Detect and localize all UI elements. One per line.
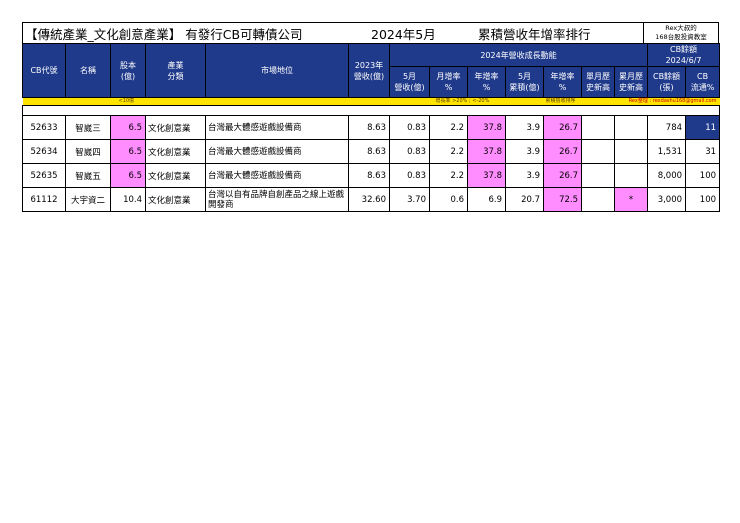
col-header-cum: 5月 累積(億) xyxy=(505,66,544,98)
cell-name: 智崴四 xyxy=(65,139,111,164)
cell-cum: 3.9 xyxy=(505,163,544,188)
cell-capital: 10.4 xyxy=(110,187,146,212)
cell-market: 台灣最大體感遊戲設備商 xyxy=(205,163,349,188)
col-header-mom: 月增率% xyxy=(429,66,468,98)
cell-yoy: 37.8 xyxy=(467,163,506,188)
cell-industry: 文化創意業 xyxy=(145,115,206,140)
cell-industry: 文化創意業 xyxy=(145,187,206,212)
cell-mom: 2.2 xyxy=(429,115,468,140)
cell-market: 台灣最大體感遊戲設備商 xyxy=(205,115,349,140)
note-growth: 增長率 >20% ; <-20% xyxy=(429,97,544,106)
cell-mom: 2.2 xyxy=(429,139,468,164)
cell-cumyoy: 26.7 xyxy=(543,139,582,164)
legend-note-row: <10億 增長率 >20% ; <-20% 累積營收排序 Rex整理 : rex… xyxy=(22,97,720,106)
cell-name: 智崴三 xyxy=(65,115,111,140)
col-header-cbbal: CB餘額 (張) xyxy=(647,66,687,98)
col-header-market: 市場地位 xyxy=(205,43,349,98)
cell-industry: 文化創意業 xyxy=(145,163,206,188)
cell-m5rev: 0.83 xyxy=(389,115,430,140)
title-bar: 【傳統產業_文化創意產業】 有發行CB可轉債公司 2024年5月 累積營收年增率… xyxy=(22,22,719,43)
cell-mom: 2.2 xyxy=(429,163,468,188)
col-header-code: CB代號 xyxy=(22,43,66,98)
cell-code: 61112 xyxy=(22,187,66,212)
cell-rev2023: 8.63 xyxy=(348,163,390,188)
cell-cumyoy: 26.7 xyxy=(543,163,582,188)
cell-mom: 0.6 xyxy=(429,187,468,212)
cell-cum: 3.9 xyxy=(505,115,544,140)
spacer-row xyxy=(21,105,721,116)
col-header-rev2023: 2023年 營收(億) xyxy=(348,43,390,98)
table-row: 61112 大宇資二 10.4 文化創意業 台灣以自有品牌自創產品之線上遊戲開發… xyxy=(22,187,721,212)
cell-cumhist xyxy=(613,115,649,140)
cell-hist xyxy=(581,139,615,164)
brand-line-1: Rex大叔的 xyxy=(665,24,697,32)
col-header-hist: 單月歷 史新高 xyxy=(581,66,615,98)
cell-m5rev: 3.70 xyxy=(389,187,430,212)
report-month: 2024年5月 xyxy=(371,27,436,42)
table-row: 52634 智崴四 6.5 文化創意業 台灣最大體感遊戲設備商 8.63 0.8… xyxy=(22,139,721,164)
cell-cum: 20.7 xyxy=(505,187,544,212)
cell-yoy: 37.8 xyxy=(467,139,506,164)
cell-hist xyxy=(581,163,615,188)
cell-hist xyxy=(581,115,615,140)
cell-market: 台灣最大體感遊戲設備商 xyxy=(205,139,349,164)
cell-cumhist xyxy=(613,139,649,164)
col-header-name: 名稱 xyxy=(65,43,111,98)
cell-name: 大宇資二 xyxy=(65,187,111,212)
cell-cbbal: 1,531 xyxy=(647,139,687,164)
group-header-cb: CB餘額 2024/6/7 xyxy=(647,43,721,67)
col-header-industry: 產業 分類 xyxy=(145,43,206,98)
cell-capital: 6.5 xyxy=(110,163,146,188)
cb-revenue-table: CB代號 名稱 股本 (億) 產業 分類 市場地位 2023年 營收(億) 2024年… xyxy=(21,43,721,212)
report-sheet: 【傳統產業_文化創意產業】 有發行CB可轉債公司 2024年5月 累積營收年增率… xyxy=(21,22,721,212)
cell-cumhist xyxy=(613,163,649,188)
cell-industry: 文化創意業 xyxy=(145,139,206,164)
cell-rev2023: 8.63 xyxy=(348,139,390,164)
col-header-cbflow: CB 流通% xyxy=(685,66,721,98)
cell-m5rev: 0.83 xyxy=(389,139,430,164)
table-row: 52635 智崴五 6.5 文化創意業 台灣最大體感遊戲設備商 8.63 0.8… xyxy=(22,163,721,188)
table-row: 52633 智崴三 6.5 文化創意業 台灣最大體感遊戲設備商 8.63 0.8… xyxy=(22,115,721,140)
cell-cbbal: 8,000 xyxy=(647,163,687,188)
cell-cum: 3.9 xyxy=(505,139,544,164)
brand-box: Rex大叔的 168台股投資教室 xyxy=(643,23,718,43)
cell-capital: 6.5 xyxy=(110,139,146,164)
cell-cumyoy: 26.7 xyxy=(543,115,582,140)
cell-cbbal: 784 xyxy=(647,115,687,140)
cell-cumhist: * xyxy=(613,187,649,212)
group-header-revenue: 2024年營收成長動能 xyxy=(388,43,649,67)
cell-yoy: 37.8 xyxy=(467,115,506,140)
col-header-yoy: 年增率% xyxy=(467,66,506,98)
report-title: 【傳統產業_文化創意產業】 有發行CB可轉債公司 xyxy=(25,27,303,42)
cell-hist xyxy=(581,187,615,212)
note-capital: <10億 xyxy=(110,97,206,106)
cell-rev2023: 32.60 xyxy=(348,187,390,212)
cell-rev2023: 8.63 xyxy=(348,115,390,140)
cell-cbbal: 3,000 xyxy=(647,187,687,212)
col-header-capital: 股本 (億) xyxy=(110,43,146,98)
cell-cbflow: 100 xyxy=(685,163,721,188)
cell-cumyoy: 72.5 xyxy=(543,187,582,212)
cell-cbflow: 11 xyxy=(685,115,721,140)
col-header-cumhist: 累月歷 史新高 xyxy=(613,66,649,98)
report-ranking-label: 累積營收年增率排行 xyxy=(478,27,591,42)
cell-code: 52634 xyxy=(22,139,66,164)
note-contact: Rex整理 : rexdashu168@gmail.com xyxy=(614,97,720,106)
cell-m5rev: 0.83 xyxy=(389,163,430,188)
col-header-cumyoy: 年增率% xyxy=(543,66,582,98)
cell-capital: 6.5 xyxy=(110,115,146,140)
cell-yoy: 6.9 xyxy=(467,187,506,212)
note-cum-sort: 累積營收排序 xyxy=(543,97,615,106)
col-header-m5rev: 5月 營收(億) xyxy=(389,66,430,98)
brand-line-2: 168台股投資教室 xyxy=(655,33,707,41)
cell-cbflow: 31 xyxy=(685,139,721,164)
cell-code: 52633 xyxy=(22,115,66,140)
cell-code: 52635 xyxy=(22,163,66,188)
cell-name: 智崴五 xyxy=(65,163,111,188)
cell-cbflow: 100 xyxy=(685,187,721,212)
cell-market: 台灣以自有品牌自創產品之線上遊戲開發商 xyxy=(205,187,349,212)
